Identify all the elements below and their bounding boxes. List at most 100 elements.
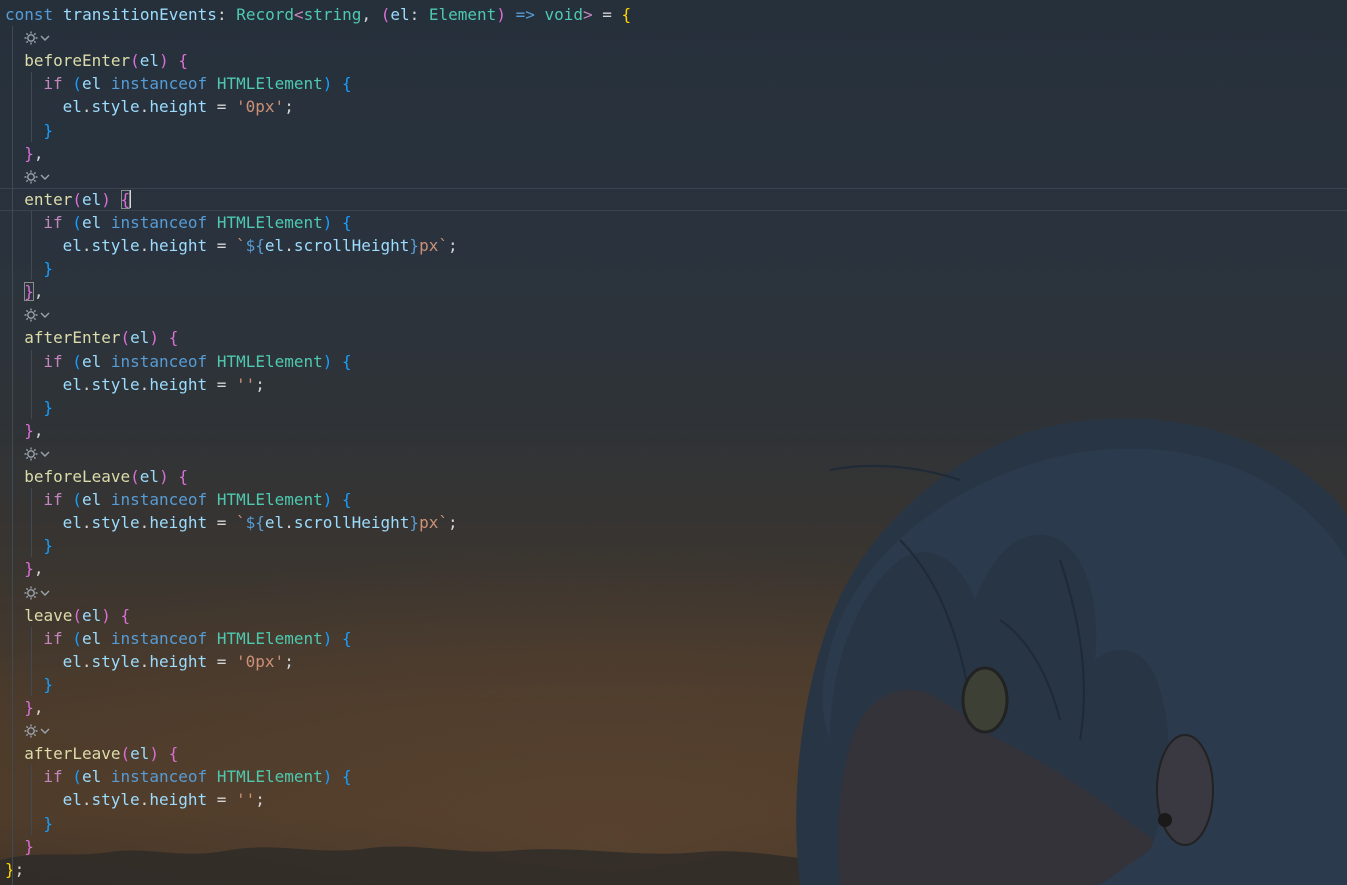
code-line[interactable]: const transitionEvents: Record<string, (… bbox=[0, 3, 1347, 26]
code-token: ${ bbox=[245, 513, 265, 533]
codelens-icon[interactable] bbox=[22, 723, 62, 739]
code-token: height bbox=[149, 97, 208, 117]
code-token: } bbox=[43, 259, 54, 279]
code-token: ( bbox=[72, 189, 82, 209]
code-line[interactable]: if (el instanceof HTMLElement) { bbox=[0, 350, 1347, 373]
chevron-down-icon bbox=[40, 728, 50, 735]
code-line-current[interactable]: enter(el) { bbox=[0, 187, 1347, 211]
code-line[interactable]: el.style.height = '0px'; bbox=[0, 95, 1347, 118]
code-line[interactable]: if (el instanceof HTMLElement) { bbox=[0, 488, 1347, 511]
code-token: style bbox=[91, 236, 140, 255]
code-token: ) bbox=[149, 744, 169, 764]
code-line[interactable]: if (el instanceof HTMLElement) { bbox=[0, 765, 1347, 788]
code-line[interactable]: }, bbox=[0, 557, 1347, 580]
code-token: . bbox=[139, 651, 150, 671]
code-line[interactable]: el.style.height = ''; bbox=[0, 373, 1347, 396]
codelens-icon[interactable] bbox=[22, 585, 62, 601]
code-token: ( bbox=[380, 5, 391, 24]
code-token: ; bbox=[14, 859, 25, 879]
code-line[interactable]: el.style.height = `${el.scrollHeight}px`… bbox=[0, 234, 1347, 257]
indent-guide bbox=[31, 626, 33, 696]
code-token: Record bbox=[236, 5, 294, 24]
code-line[interactable]: el.style.height = ''; bbox=[0, 788, 1347, 811]
code-token: ; bbox=[284, 651, 294, 671]
code-token: instanceof bbox=[110, 212, 208, 232]
code-token: el bbox=[264, 236, 285, 255]
code-token: el bbox=[62, 236, 82, 255]
code-text: if (el instanceof HTMLElement) { bbox=[43, 765, 351, 788]
code-token: ) bbox=[322, 74, 343, 94]
code-token: instanceof bbox=[110, 490, 208, 510]
code-token: ( bbox=[72, 351, 82, 371]
code-token: if bbox=[43, 490, 63, 510]
code-token: => bbox=[515, 5, 535, 24]
code-line[interactable]: } bbox=[0, 812, 1347, 835]
code-token: , bbox=[33, 420, 44, 440]
indent-guide bbox=[31, 349, 33, 419]
code-text: } bbox=[43, 396, 53, 419]
code-line[interactable]: el.style.height = `${el.scrollHeight}px`… bbox=[0, 511, 1347, 534]
code-token: ) bbox=[101, 189, 121, 209]
code-line[interactable]: }, bbox=[0, 696, 1347, 719]
code-text: } bbox=[43, 812, 53, 835]
codelens-icon[interactable] bbox=[22, 30, 62, 46]
code-token: { bbox=[342, 74, 352, 94]
codelens-icon[interactable] bbox=[22, 446, 62, 462]
code-line[interactable]: } bbox=[0, 835, 1347, 858]
code-line[interactable]: }; bbox=[0, 858, 1347, 881]
code-line[interactable]: }, bbox=[0, 142, 1347, 165]
code-token: . bbox=[81, 651, 92, 671]
code-line[interactable]: beforeLeave(el) { bbox=[0, 465, 1347, 488]
code-token: HTMLElement bbox=[216, 767, 323, 787]
code-token: } bbox=[43, 120, 54, 140]
code-token: ` bbox=[236, 236, 246, 255]
code-line[interactable]: } bbox=[0, 534, 1347, 557]
code-line[interactable]: } bbox=[0, 396, 1347, 419]
code-token: . bbox=[81, 513, 92, 533]
code-token: HTMLElement bbox=[216, 628, 323, 648]
code-line[interactable]: } bbox=[0, 119, 1347, 142]
code-token: el bbox=[81, 767, 102, 787]
code-token: ) bbox=[496, 5, 516, 24]
code-text: afterEnter(el) { bbox=[24, 326, 178, 349]
code-line[interactable]: } bbox=[0, 257, 1347, 280]
code-line[interactable]: if (el instanceof HTMLElement) { bbox=[0, 72, 1347, 95]
code-token: ; bbox=[447, 513, 458, 533]
code-token: : bbox=[216, 5, 237, 24]
code-token: beforeLeave bbox=[24, 467, 131, 486]
code-line[interactable]: leave(el) { bbox=[0, 604, 1347, 627]
code-token: ) bbox=[322, 490, 343, 510]
code-token: . bbox=[139, 236, 150, 255]
code-line[interactable]: el.style.height = '0px'; bbox=[0, 650, 1347, 673]
codelens-icon[interactable] bbox=[22, 307, 62, 323]
code-token: el bbox=[390, 5, 410, 24]
code-text: const transitionEvents: Record<string, (… bbox=[5, 3, 631, 26]
code-token: ) bbox=[101, 605, 121, 625]
code-line[interactable]: beforeEnter(el) { bbox=[0, 49, 1347, 72]
code-line[interactable]: } bbox=[0, 673, 1347, 696]
code-line[interactable]: }, bbox=[0, 280, 1347, 303]
chevron-down-icon bbox=[40, 174, 50, 180]
code-text: if (el instanceof HTMLElement) { bbox=[43, 350, 351, 373]
indent-guide bbox=[31, 488, 33, 558]
code-line[interactable]: }, bbox=[0, 419, 1347, 442]
code-line[interactable]: if (el instanceof HTMLElement) { bbox=[0, 211, 1347, 234]
codelens-icon[interactable] bbox=[22, 169, 62, 185]
code-token: style bbox=[91, 97, 140, 117]
code-token: el bbox=[81, 212, 102, 232]
code-line[interactable]: if (el instanceof HTMLElement) { bbox=[0, 627, 1347, 650]
code-text: beforeLeave(el) { bbox=[24, 465, 188, 488]
code-token: , bbox=[33, 143, 44, 163]
code-line[interactable]: afterLeave(el) { bbox=[0, 742, 1347, 765]
code-editor[interactable]: const transitionEvents: Record<string, (… bbox=[0, 0, 1347, 885]
gear-cog-icon bbox=[24, 31, 38, 45]
code-token: ( bbox=[72, 74, 82, 94]
code-line[interactable]: afterEnter(el) { bbox=[0, 326, 1347, 349]
